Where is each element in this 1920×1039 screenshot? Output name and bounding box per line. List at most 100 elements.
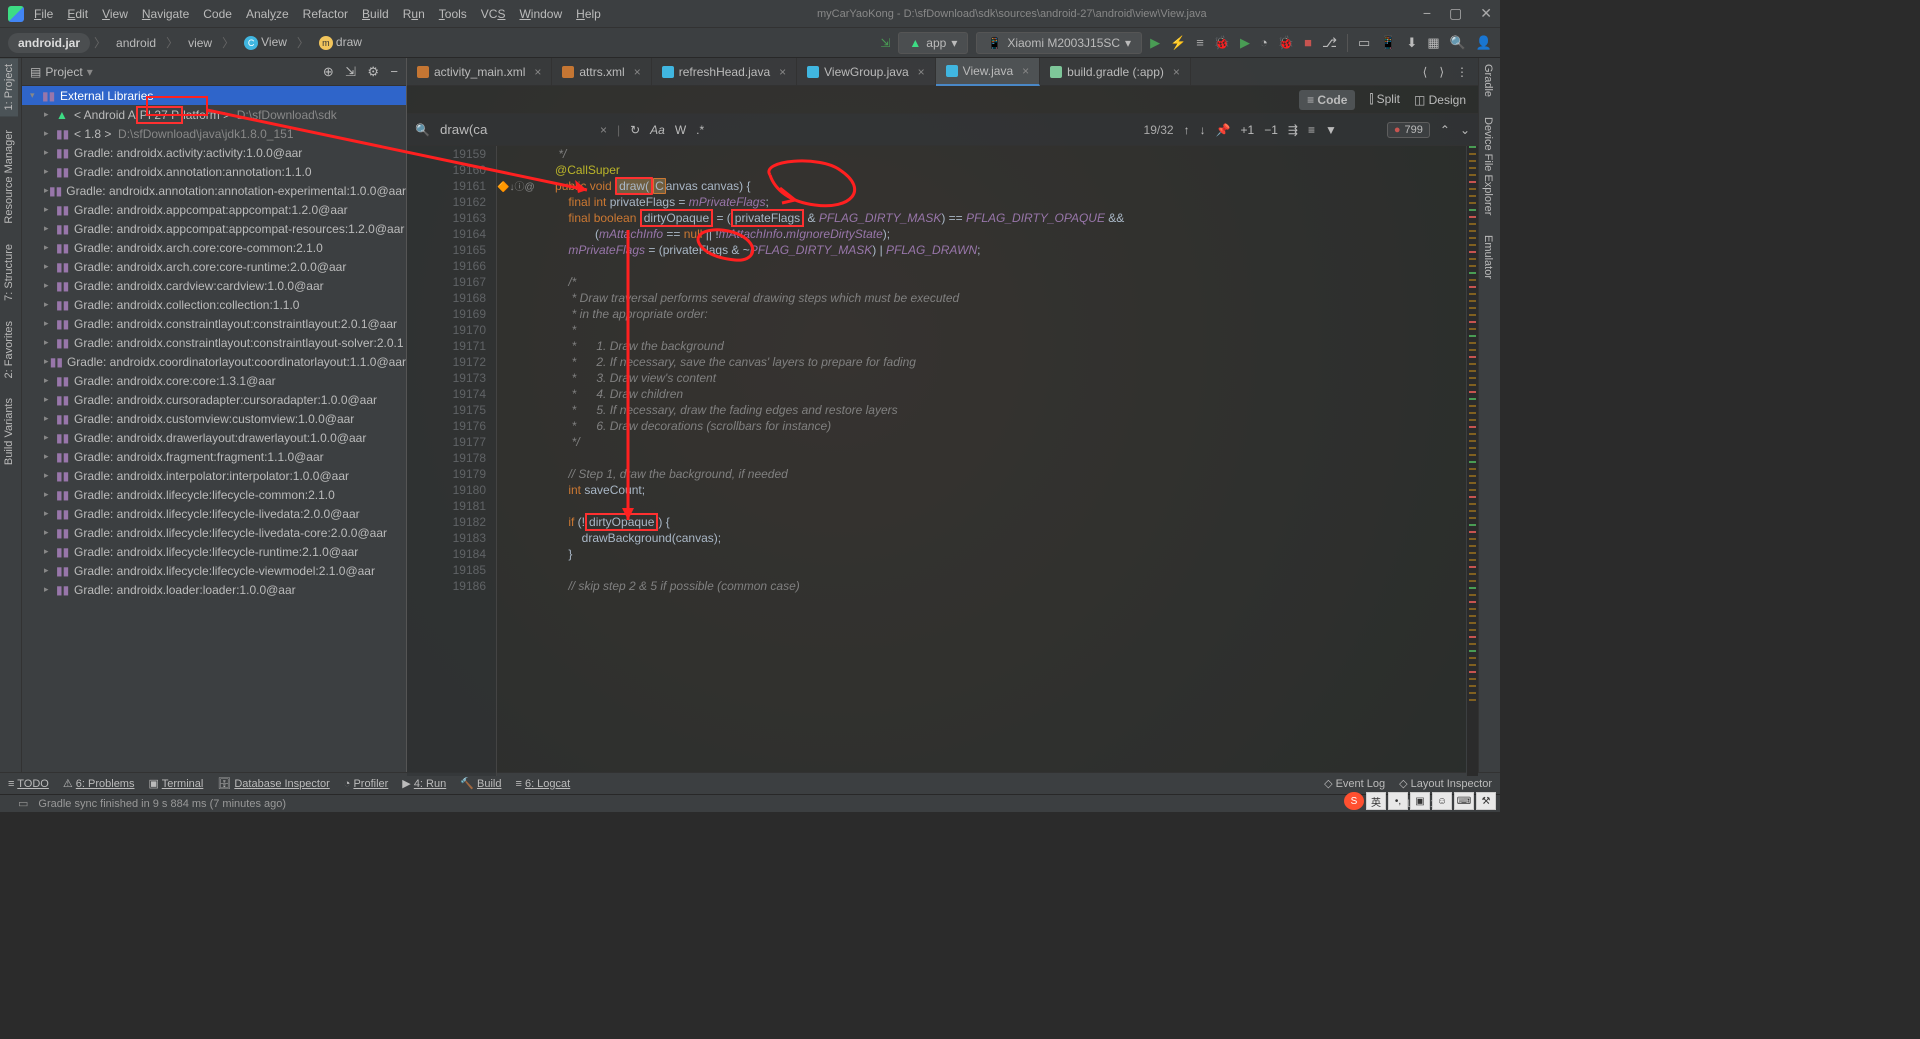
tree-node[interactable]: ▸▲< Android API 27 Platform > D:\sfDownl… — [22, 105, 406, 124]
menu-build[interactable]: Build — [362, 7, 389, 21]
left-stripe-resource-manager[interactable]: Resource Manager — [0, 124, 18, 230]
tree-node[interactable]: ▸▮▮Gradle: androidx.constraintlayout:con… — [22, 314, 406, 333]
attach-icon[interactable]: 🐞 — [1278, 35, 1294, 51]
expand-problems-icon[interactable]: ⌃ — [1440, 123, 1450, 137]
tab-list-icon[interactable]: ⋮ — [1456, 65, 1468, 79]
apply-code-icon[interactable]: ≡ — [1196, 35, 1204, 50]
tree-node[interactable]: ▸▮▮Gradle: androidx.arch.core:core-commo… — [22, 238, 406, 257]
menu-refactor[interactable]: Refactor — [303, 7, 348, 21]
user-icon[interactable]: 👤 — [1476, 35, 1492, 51]
gear-icon[interactable]: ⚙ — [367, 64, 379, 79]
tree-node[interactable]: ▸▮▮Gradle: androidx.annotation:annotatio… — [22, 181, 406, 200]
run-config-dropdown[interactable]: ▲app▾ — [898, 32, 968, 54]
tree-node[interactable]: ▸▮▮Gradle: androidx.cardview:cardview:1.… — [22, 276, 406, 295]
left-stripe-build-variants[interactable]: Build Variants — [0, 392, 18, 471]
view-mode-code[interactable]: ≡ Code — [1299, 90, 1355, 110]
close-tab-icon[interactable]: × — [534, 65, 541, 79]
avd-icon[interactable]: 📱 — [1380, 35, 1396, 51]
tree-node[interactable]: ▸▮▮Gradle: androidx.coordinatorlayout:co… — [22, 352, 406, 371]
next-tab-icon[interactable]: ⟩ — [1439, 65, 1444, 79]
ime-full-icon[interactable]: ▣ — [1410, 792, 1430, 810]
right-stripe-gradle[interactable]: Gradle — [1479, 58, 1497, 103]
apply-changes-icon[interactable]: ⚡ — [1170, 35, 1186, 51]
profile-icon[interactable]: ◔ — [1260, 35, 1268, 50]
run-icon[interactable]: ▶ — [1150, 35, 1160, 51]
tree-node[interactable]: ▸▮▮Gradle: androidx.cursoradapter:cursor… — [22, 390, 406, 409]
tool-6--logcat[interactable]: ≡ 6: Logcat — [515, 778, 570, 790]
rm-icon[interactable]: ▦ — [1427, 35, 1439, 51]
ime-logo-icon[interactable]: S — [1344, 792, 1364, 810]
line-gutter[interactable]: 1915919160191611916219163191641916519166… — [407, 146, 497, 776]
ime-punct-icon[interactable]: •, — [1388, 792, 1408, 810]
sync-icon[interactable]: ⇲ — [880, 36, 890, 50]
close-tab-icon[interactable]: × — [779, 65, 786, 79]
tree-node[interactable]: ▸▮▮Gradle: androidx.constraintlayout:con… — [22, 333, 406, 352]
expand-icon[interactable]: ⇲ — [345, 64, 356, 79]
tool-todo[interactable]: ≡ TODO — [8, 778, 49, 790]
menu-window[interactable]: Window — [519, 7, 562, 21]
tool-terminal[interactable]: ▣ Terminal — [148, 777, 203, 790]
collapse-problems-icon[interactable]: ⌄ — [1460, 123, 1470, 137]
breadcrumb-item[interactable]: mdraw — [313, 35, 368, 50]
tree-node[interactable]: ▸▮▮Gradle: androidx.appcompat:appcompat-… — [22, 219, 406, 238]
git-icon[interactable]: ⎇ — [1322, 35, 1337, 51]
tool-build[interactable]: 🔨 Build — [460, 777, 501, 790]
tree-node[interactable]: ▸▮▮Gradle: androidx.core:core:1.3.1@aar — [22, 371, 406, 390]
left-stripe-7--structure[interactable]: 7: Structure — [0, 238, 18, 307]
tab-build-gradle---app-[interactable]: build.gradle (:app)× — [1040, 58, 1191, 86]
rem-sel-icon[interactable]: −1 — [1264, 123, 1278, 137]
right-stripe-device-file-explorer[interactable]: Device File Explorer — [1479, 111, 1497, 221]
menu-analyze[interactable]: Analyze — [246, 7, 289, 21]
tool-layout-inspector[interactable]: ◇ Layout Inspector — [1399, 777, 1492, 790]
menu-file[interactable]: File — [34, 7, 53, 21]
tree-node[interactable]: ▸▮▮Gradle: androidx.drawerlayout:drawerl… — [22, 428, 406, 447]
tree-node[interactable]: ▾▮▮External Libraries — [22, 86, 406, 105]
pin-icon[interactable]: 📌 — [1216, 123, 1231, 137]
close-tab-icon[interactable]: × — [918, 65, 925, 79]
tool-profiler[interactable]: ◔ Profiler — [344, 778, 389, 790]
menu-navigate[interactable]: Navigate — [142, 7, 189, 21]
add-sel-icon[interactable]: +1 — [1241, 123, 1255, 137]
tree-node[interactable]: ▸▮▮< 1.8 > D:\sfDownload\java\jdk1.8.0_1… — [22, 124, 406, 143]
close-icon[interactable]: ✕ — [1480, 5, 1492, 22]
view-mode-split[interactable]: ⫿ Split — [1369, 92, 1400, 107]
tab-attrs-xml[interactable]: attrs.xml× — [552, 58, 651, 86]
tab-view-java[interactable]: View.java× — [936, 58, 1041, 86]
tree-node[interactable]: ▸▮▮Gradle: androidx.arch.core:core-runti… — [22, 257, 406, 276]
project-tree[interactable]: ▾▮▮External Libraries▸▲< Android API 27 … — [22, 86, 406, 776]
tree-node[interactable]: ▸▮▮Gradle: androidx.lifecycle:lifecycle-… — [22, 485, 406, 504]
breadcrumb-item[interactable]: view — [182, 36, 218, 50]
code-editor[interactable]: 1915919160191611916219163191641916519166… — [407, 146, 1478, 776]
close-find-icon[interactable]: × — [600, 123, 607, 137]
history-icon[interactable]: ↻ — [630, 123, 640, 137]
tree-node[interactable]: ▸▮▮Gradle: androidx.loader:loader:1.0.0@… — [22, 580, 406, 599]
ime-toolbar[interactable]: S 英 •, ▣ ☺ ⌨ ⚒ — [1344, 792, 1496, 810]
maximize-icon[interactable]: ▢ — [1449, 5, 1462, 22]
left-stripe-1--project[interactable]: 1: Project — [0, 58, 18, 116]
error-stripe[interactable] — [1466, 146, 1478, 776]
regex-icon[interactable]: .* — [696, 123, 704, 137]
menu-tools[interactable]: Tools — [439, 7, 467, 21]
debug-icon[interactable]: 🐞 — [1214, 35, 1230, 51]
menu-edit[interactable]: Edit — [67, 7, 88, 21]
match-case-icon[interactable]: Aa — [650, 123, 665, 137]
tool-4--run[interactable]: ▶ 4: Run — [402, 777, 446, 790]
view-mode-design[interactable]: ◫ Design — [1414, 93, 1466, 107]
next-match-icon[interactable]: ↓ — [1200, 123, 1206, 137]
breadcrumb-item[interactable]: CView — [238, 35, 293, 50]
menu-help[interactable]: Help — [576, 7, 601, 21]
hide-icon[interactable]: − — [390, 64, 398, 79]
filter-icon[interactable]: ▼ — [1325, 123, 1337, 137]
close-tab-icon[interactable]: × — [634, 65, 641, 79]
tab-activity-main-xml[interactable]: activity_main.xml× — [407, 58, 552, 86]
coverage-icon[interactable]: ▶ — [1240, 35, 1250, 51]
ime-tools-icon[interactable]: ⚒ — [1476, 792, 1496, 810]
menu-vcs[interactable]: VCS — [481, 7, 506, 21]
tree-node[interactable]: ▸▮▮Gradle: androidx.interpolator:interpo… — [22, 466, 406, 485]
tree-node[interactable]: ▸▮▮Gradle: androidx.lifecycle:lifecycle-… — [22, 504, 406, 523]
ime-emoji-icon[interactable]: ☺ — [1432, 792, 1452, 810]
tree-node[interactable]: ▸▮▮Gradle: androidx.fragment:fragment:1.… — [22, 447, 406, 466]
close-tab-icon[interactable]: × — [1022, 64, 1029, 78]
problems-badge[interactable]: ●799 — [1387, 122, 1430, 138]
tool-event-log[interactable]: ◇ Event Log — [1324, 777, 1385, 790]
